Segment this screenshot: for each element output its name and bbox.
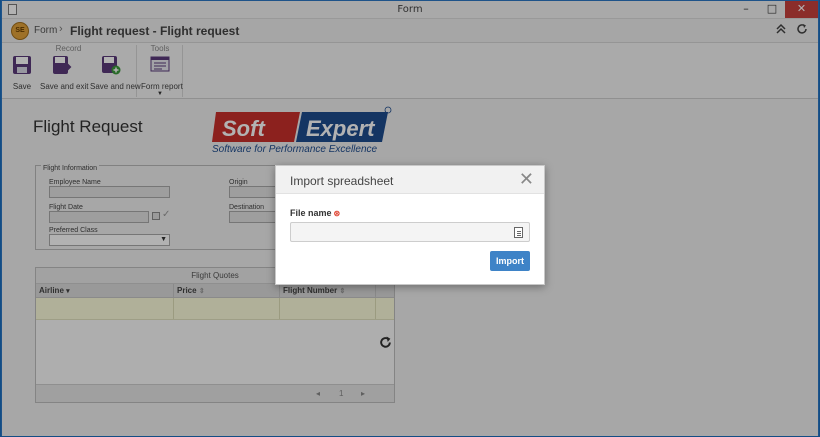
dialog-header: Import spreadsheet ✕ xyxy=(276,166,544,194)
file-name-label: File name ⊛ xyxy=(290,208,341,218)
dialog-close-button[interactable]: ✕ xyxy=(519,169,534,190)
required-indicator-icon: ⊛ xyxy=(333,209,341,218)
import-spreadsheet-dialog: Import spreadsheet ✕ File name ⊛ Import xyxy=(275,165,545,285)
file-name-field[interactable] xyxy=(290,222,530,242)
import-button[interactable]: Import xyxy=(490,251,530,271)
dialog-title: Import spreadsheet xyxy=(290,174,394,188)
file-browse-icon[interactable] xyxy=(514,227,523,238)
